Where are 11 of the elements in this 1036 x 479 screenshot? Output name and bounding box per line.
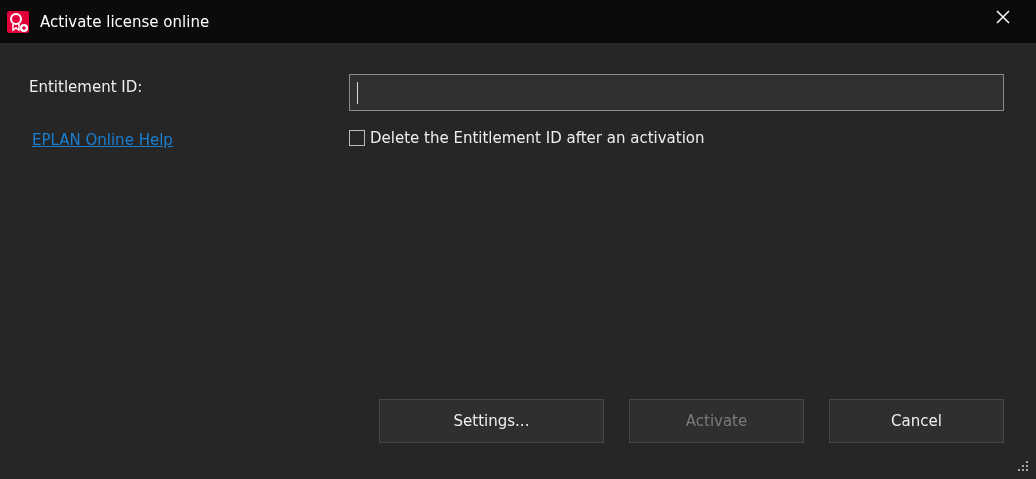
checkbox-label[interactable]: Delete the Entitlement ID after an activation (370, 129, 705, 147)
entitlement-id-field[interactable] (349, 74, 1004, 111)
field-label: Entitlement ID: (29, 77, 144, 96)
checkbox[interactable] (349, 130, 365, 146)
help-link[interactable]: EPLAN Online Help (29, 131, 349, 149)
certificate-icon (7, 10, 29, 33)
dialog-button[interactable]: Cancel (829, 399, 1004, 443)
window-title: Activate license online (40, 12, 211, 31)
resize-grip-icon[interactable] (1018, 461, 1028, 471)
close-icon (995, 8, 1011, 25)
dialog-button[interactable]: Settings... (379, 399, 604, 443)
